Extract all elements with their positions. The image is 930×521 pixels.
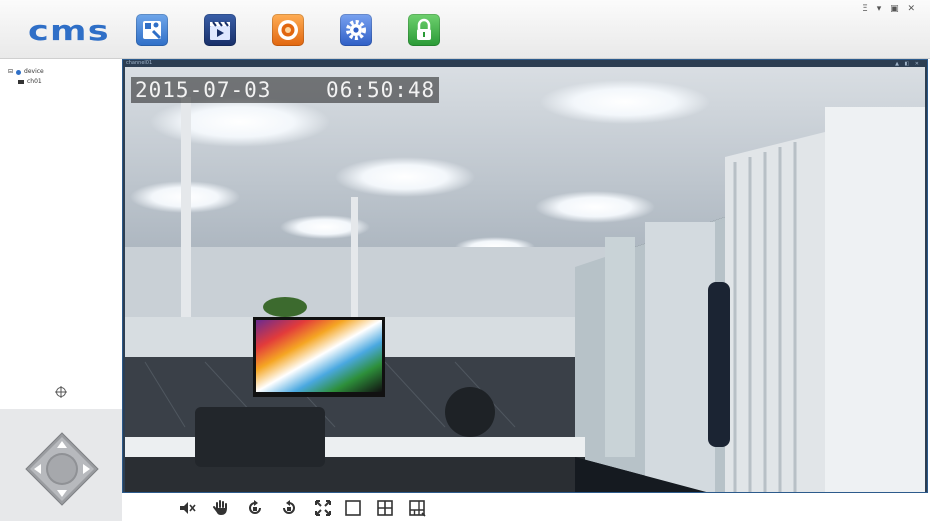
video-window[interactable]: channel01 ▲ ◧ ✕ 2015-07-03 06:50:48 — [122, 59, 928, 493]
rotate-left-button[interactable] — [246, 499, 264, 517]
quad-view-button[interactable] — [376, 499, 394, 517]
single-screen-icon — [345, 500, 361, 516]
window-controls[interactable]: Ξ ▾ ▣ ✕ — [862, 4, 918, 14]
multi-view-button[interactable] — [408, 499, 426, 517]
expand-icon[interactable]: ⊟ — [8, 67, 13, 77]
tree-node-channel[interactable]: ch01 — [8, 77, 44, 87]
hand-icon — [213, 500, 227, 515]
ptz-direction-pad[interactable] — [24, 431, 100, 507]
gear-icon — [346, 20, 366, 40]
video-timestamp: 2015-07-03 06:50:48 — [131, 77, 440, 103]
left-panel: ⊟ device ch01 — [0, 59, 122, 521]
lock-icon — [417, 18, 431, 40]
rotate-right-icon — [283, 500, 295, 514]
ptz-control-panel — [0, 409, 122, 521]
single-view-button[interactable] — [344, 499, 362, 517]
settings-button[interactable] — [340, 14, 372, 46]
tree-node-device-label: device — [24, 68, 44, 75]
device-management-button[interactable] — [136, 14, 168, 46]
rotate-left-icon — [249, 500, 261, 514]
fullscreen-button[interactable] — [314, 499, 332, 517]
crosshair-icon[interactable] — [55, 386, 67, 398]
multi-screen-icon — [409, 500, 426, 517]
playback-button[interactable] — [204, 14, 236, 46]
fullscreen-icon — [315, 500, 331, 516]
osd-time: 06:50:48 — [326, 78, 436, 102]
speaker-mute-icon — [180, 502, 196, 514]
camera-icon — [18, 80, 24, 84]
quad-screen-icon — [377, 500, 393, 516]
office-scene-image — [125, 67, 925, 492]
bottom-toolbar — [122, 494, 928, 521]
hand-button[interactable] — [212, 499, 230, 517]
record-button[interactable] — [272, 14, 304, 46]
top-toolbar: cms Ξ ▾ ▣ ✕ — [0, 0, 930, 59]
record-icon — [278, 20, 298, 40]
device-icon — [16, 69, 22, 75]
mute-button[interactable] — [178, 499, 196, 517]
tree-node-channel-label: ch01 — [27, 78, 42, 85]
device-settings-icon — [143, 21, 162, 40]
lock-button[interactable] — [408, 14, 440, 46]
cms-logo: cms — [28, 14, 110, 47]
osd-date: 2015-07-03 — [135, 78, 272, 102]
playback-clapper-icon — [210, 21, 230, 40]
camera-feed[interactable]: 2015-07-03 06:50:48 — [125, 67, 925, 492]
device-tree: ⊟ device ch01 — [8, 67, 44, 87]
rotate-right-button[interactable] — [280, 499, 298, 517]
video-title: channel01 — [126, 60, 153, 66]
tree-node-device[interactable]: ⊟ device — [8, 67, 44, 77]
